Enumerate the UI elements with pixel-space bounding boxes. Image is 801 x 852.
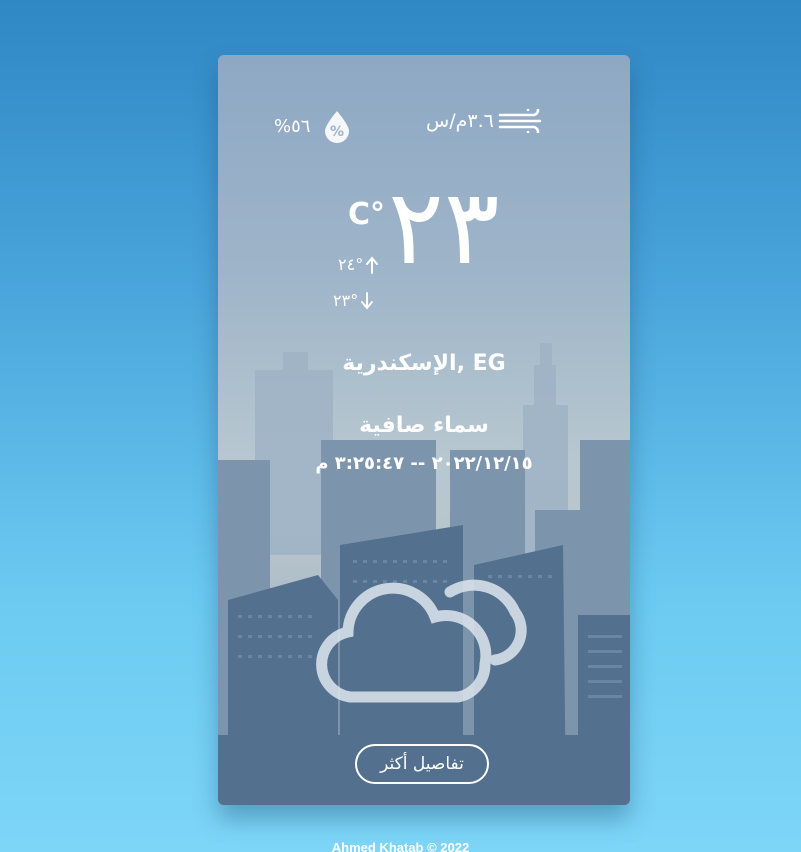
- min-temperature: ٢٣°: [333, 291, 374, 310]
- temperature-block: C° ٢٣ ٢٤° ٢٣°: [328, 175, 528, 335]
- more-details-button[interactable]: تفاصيل أكثر: [355, 744, 489, 784]
- weather-stats-row: %٥٦ % ٣.٦م/س: [218, 107, 630, 147]
- footer-credit: Ahmed Khatab © 2022: [331, 840, 470, 852]
- weather-card: %٥٦ % ٣.٦م/س C° ٢٣ ٢٤° ٢٣° الإسكندرية, E…: [218, 55, 630, 805]
- cloud-icon: [316, 579, 527, 703]
- wind-icon: [498, 109, 542, 133]
- date-time: ٢٠٢٢/١٢/١٥ -- ٣:٢٥:٤٧ م: [315, 453, 533, 474]
- max-temperature: ٢٤°: [338, 255, 379, 274]
- wind-stat: ٣.٦م/س: [426, 109, 546, 133]
- humidity-drop-icon: %: [325, 111, 350, 143]
- wind-value: ٣.٦م/س: [426, 110, 494, 132]
- weather-condition: سماء صافية: [359, 413, 489, 438]
- min-temperature-value: ٢٣°: [333, 291, 359, 310]
- humidity-stat: %٥٦ %: [274, 109, 352, 143]
- humidity-value: %٥٦: [274, 115, 311, 137]
- max-temperature-value: ٢٤°: [338, 255, 364, 274]
- svg-text:%: %: [330, 124, 344, 140]
- arrow-up-icon: [366, 255, 379, 274]
- current-temperature: ٢٣: [388, 166, 502, 288]
- temperature-unit: C°: [348, 197, 386, 232]
- arrow-down-icon: [361, 291, 374, 310]
- location-name: الإسكندرية, EG: [342, 351, 506, 376]
